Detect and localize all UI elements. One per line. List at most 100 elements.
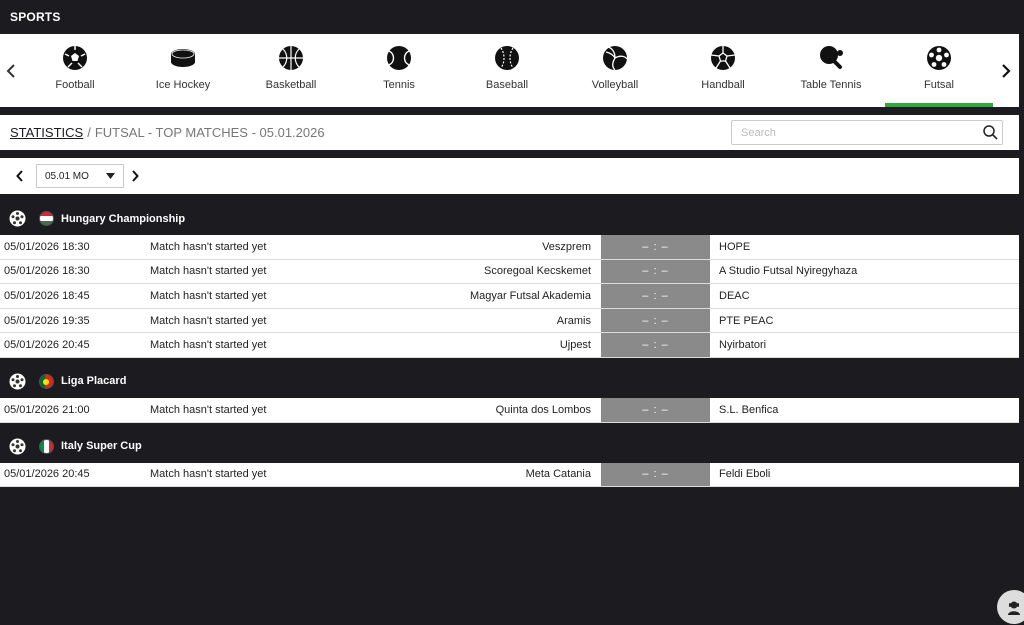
league-header[interactable]: Italy Super Cup: [0, 430, 1019, 463]
sport-tab-handball[interactable]: Handball: [669, 34, 777, 107]
league-header[interactable]: Hungary Championship: [0, 202, 1019, 235]
home-team: Scoregoal Kecskemet: [484, 265, 591, 278]
away-team: DEAC: [719, 289, 750, 302]
table-tennis-icon: [818, 45, 844, 71]
sport-tab-label: Ice Hockey: [155, 79, 211, 91]
league-name: Liga Placard: [61, 375, 127, 388]
match-row[interactable]: 05/01/2026 18:30 Match hasn't started yet…: [0, 235, 1019, 260]
league-name: Hungary Championship: [61, 212, 186, 225]
sport-tab-futsal[interactable]: Futsal: [885, 34, 993, 107]
match-score[interactable]: – : –: [601, 235, 710, 259]
away-team: A Studio Futsal Nyiregyhaza: [719, 265, 858, 278]
breadcrumb-separator: /: [87, 125, 91, 140]
match-status: Match hasn't started yet: [150, 314, 267, 327]
futsal-ball-icon: [9, 210, 26, 227]
baseball-icon: [494, 45, 520, 71]
sport-tab-label: Baseball: [485, 79, 529, 91]
date-next-button[interactable]: [124, 158, 146, 194]
match-row[interactable]: 05/01/2026 21:00 Match hasn't started yet…: [0, 397, 1019, 423]
futsal-ball-icon: [9, 438, 26, 455]
hockey-puck-icon: [170, 45, 196, 71]
away-team: Nyirbatori: [719, 339, 767, 352]
match-datetime: 05/01/2026 20:45: [4, 468, 90, 481]
match-datetime: 05/01/2026 19:35: [4, 314, 90, 327]
hungary-flag-icon: [39, 211, 54, 226]
sport-tab-volleyball[interactable]: Volleyball: [561, 34, 669, 107]
search-box: [731, 120, 1003, 145]
away-team: PTE PEAC: [719, 314, 774, 327]
sport-tab-basketball[interactable]: Basketball: [237, 34, 345, 107]
tennis-ball-icon: [386, 45, 412, 71]
match-datetime: 05/01/2026 21:00: [4, 403, 90, 416]
match-row[interactable]: 05/01/2026 19:35 Match hasn't started yet…: [0, 308, 1019, 334]
match-status: Match hasn't started yet: [150, 403, 267, 416]
breadcrumb-statistics-link[interactable]: STATISTICS: [10, 125, 83, 140]
match-row[interactable]: 05/01/2026 18:45 Match hasn't started yet…: [0, 284, 1019, 309]
match-row[interactable]: 05/01/2026 20:45 Match hasn't started yet…: [0, 462, 1019, 488]
match-datetime: 05/01/2026 20:45: [4, 339, 90, 352]
sport-tab-label: Football: [55, 79, 95, 91]
home-team: Meta Catania: [525, 468, 591, 481]
futsal-ball-icon: [926, 45, 952, 71]
away-team: HOPE: [719, 240, 751, 253]
match-score[interactable]: – : –: [601, 333, 710, 357]
match-score[interactable]: – : –: [601, 308, 710, 333]
chevron-left-icon: [16, 170, 23, 182]
league-section: Hungary Championship 05/01/2026 18:30 Matc…: [0, 202, 1019, 358]
sports-prev-arrow[interactable]: [0, 34, 22, 107]
sport-tab-label: Futsal: [924, 79, 954, 91]
match-status: Match hasn't started yet: [150, 240, 267, 253]
support-agent-icon: [1008, 601, 1020, 615]
sport-tab-label: Tennis: [383, 79, 415, 91]
match-status: Match hasn't started yet: [150, 468, 267, 481]
sport-tab-table-tennis[interactable]: Table Tennis: [777, 34, 885, 107]
match-status: Match hasn't started yet: [150, 265, 267, 278]
match-score[interactable]: – : –: [601, 462, 710, 487]
sport-tab-tennis[interactable]: Tennis: [345, 34, 453, 107]
match-status: Match hasn't started yet: [150, 339, 267, 352]
breadcrumb: STATISTICS / FUTSAL - TOP MATCHES - 05.0…: [0, 115, 1019, 150]
match-score[interactable]: – : –: [601, 284, 710, 308]
match-score[interactable]: – : –: [601, 259, 710, 284]
match-status: Match hasn't started yet: [150, 289, 267, 302]
sport-tab-label: Handball: [701, 79, 745, 91]
sports-next-arrow[interactable]: [993, 34, 1019, 107]
match-score[interactable]: – : –: [601, 397, 710, 422]
date-bar: 05.01 MO: [0, 158, 1019, 194]
date-prev-button[interactable]: [4, 158, 36, 194]
date-dropdown[interactable]: 05.01 MO: [36, 164, 124, 188]
volleyball-icon: [602, 45, 628, 71]
sport-tab-ice-hockey[interactable]: Ice Hockey: [129, 34, 237, 107]
italy-flag-icon: [39, 438, 54, 454]
sport-list: Football Ice Hockey Basketball Tennis Baseba…: [21, 34, 993, 107]
match-row[interactable]: 05/01/2026 20:45 Match hasn't started yet…: [0, 333, 1019, 358]
top-bar: SPORTS: [0, 0, 1024, 34]
futsal-ball-icon: [9, 373, 26, 390]
sports-nav: Football Ice Hockey Basketball Tennis Baseba…: [0, 34, 1019, 107]
breadcrumb-current: FUTSAL - TOP MATCHES - 05.01.2026: [94, 125, 325, 140]
match-datetime: 05/01/2026 18:45: [4, 289, 90, 302]
league-header[interactable]: Liga Placard: [0, 365, 1019, 398]
home-team: Ujpest: [559, 339, 591, 352]
league-name: Italy Super Cup: [61, 440, 142, 453]
home-team: Veszprem: [542, 240, 591, 253]
sport-tab-label: Volleyball: [591, 79, 639, 91]
home-team: Quinta dos Lombos: [495, 403, 591, 416]
league-section: Liga Placard 05/01/2026 21:00 Match hasn't…: [0, 365, 1019, 423]
search-icon[interactable]: [978, 125, 1002, 140]
support-chat-button[interactable]: [997, 590, 1024, 624]
basketball-icon: [278, 45, 304, 71]
date-selected-value: 05.01 MO: [45, 170, 89, 182]
home-team: Aramis: [556, 314, 591, 327]
away-team: S.L. Benfica: [719, 403, 779, 416]
search-input[interactable]: [732, 121, 978, 144]
home-team: Magyar Futsal Akademia: [469, 289, 591, 302]
chevron-right-icon: [132, 170, 139, 182]
match-datetime: 05/01/2026 18:30: [4, 265, 90, 278]
sport-tab-football[interactable]: Football: [21, 34, 129, 107]
league-section: Italy Super Cup 05/01/2026 20:45 Match has…: [0, 430, 1019, 488]
leagues-list: Hungary Championship 05/01/2026 18:30 Matc…: [0, 202, 1019, 494]
match-row[interactable]: 05/01/2026 18:30 Match hasn't started yet…: [0, 259, 1019, 285]
chevron-left-icon: [6, 63, 15, 78]
sport-tab-baseball[interactable]: Baseball: [453, 34, 561, 107]
